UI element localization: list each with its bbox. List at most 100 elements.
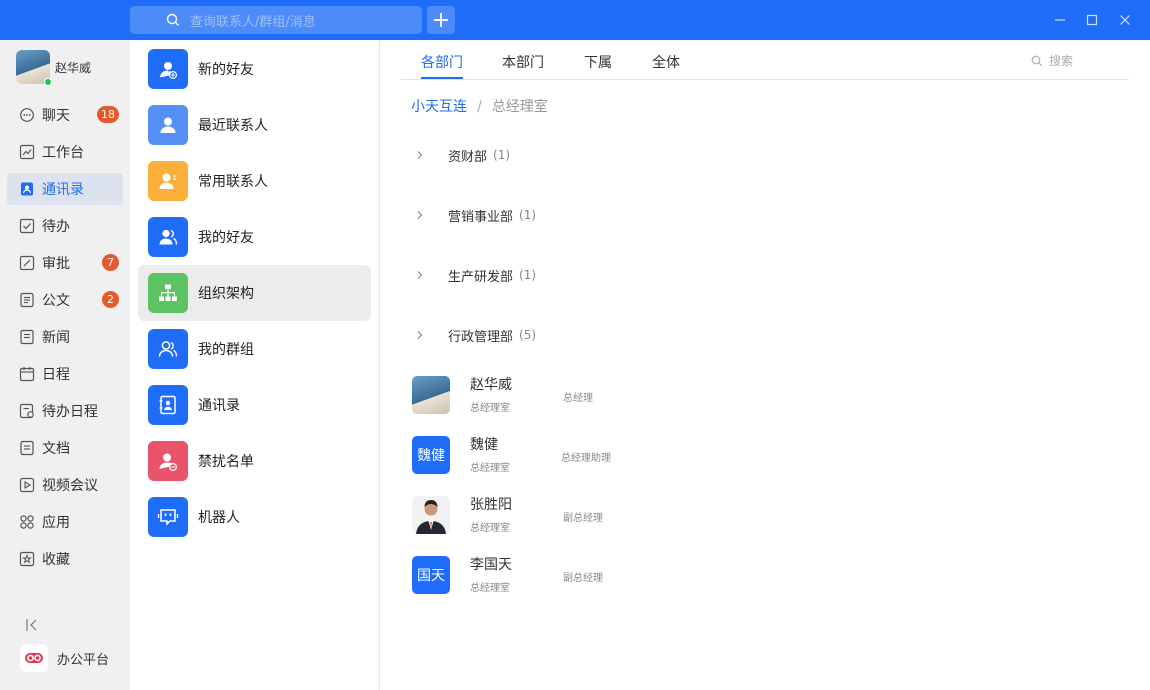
contacts-menu-item-2[interactable]: 常用联系人 — [138, 153, 371, 209]
sidebar-item-label: 文档 — [42, 441, 70, 457]
contact-department: 总经理室 — [470, 403, 510, 414]
file-icon — [20, 440, 34, 456]
address-book-icon — [148, 385, 188, 425]
contacts-menu-label: 常用联系人 — [198, 174, 268, 190]
online-status-dot — [44, 78, 52, 86]
department-name: 生产研发部 — [448, 269, 514, 285]
search-icon — [1031, 55, 1043, 66]
contacts-menu-label: 禁扰名单 — [198, 454, 254, 470]
sidebar-item-8[interactable]: 待办日程 — [7, 395, 123, 427]
avatar[interactable] — [412, 496, 450, 534]
user-profile[interactable]: 赵华威 — [16, 50, 92, 86]
groups-icon — [148, 329, 188, 369]
sidebar-item-7[interactable]: 日程 — [7, 358, 123, 390]
department-row[interactable]: 行政管理部 (5) — [415, 324, 536, 346]
platform-label: 办公平台 — [57, 652, 110, 668]
star-icon — [19, 551, 35, 567]
contacts-menu-item-1[interactable]: 最近联系人 — [138, 97, 371, 153]
sidebar-item-label: 待办日程 — [42, 404, 98, 420]
edit-icon — [19, 255, 35, 271]
block-list-icon — [148, 441, 188, 481]
add-button[interactable] — [427, 6, 455, 34]
scope-tabs: 各部门 本部门 下属 全体 搜索 — [401, 40, 1129, 80]
department-count: (1) — [519, 208, 537, 222]
contacts-menu-item-5[interactable]: 我的群组 — [138, 321, 371, 377]
office-platform-button[interactable]: 办公平台 — [20, 644, 109, 672]
breadcrumb-root[interactable]: 小天互连 — [411, 99, 467, 115]
contact-department: 总经理室 — [470, 523, 510, 534]
tab-my-department[interactable]: 本部门 — [502, 52, 544, 72]
global-search-input[interactable]: 查询联系人/群组/消息 — [130, 6, 422, 34]
user-name: 赵华威 — [55, 60, 92, 75]
sidebar-item-label: 聊天 — [42, 108, 70, 124]
sidebar-item-5[interactable]: 公文 2 — [7, 284, 123, 316]
sidebar-item-12[interactable]: 收藏 — [7, 543, 123, 575]
contact-name: 张胜阳 — [470, 497, 512, 513]
contact-search-input[interactable]: 搜索 — [1031, 52, 1073, 69]
department-row[interactable]: 生产研发部 (1) — [415, 264, 536, 286]
chart-icon — [19, 144, 35, 160]
main-sidebar: 赵华威 聊天 18 工作台通讯录待办审批 7 公文 2 新闻日程待办日程文档视频会议应用收藏… — [0, 40, 130, 690]
minimize-icon[interactable] — [1050, 10, 1070, 30]
department-row[interactable]: 资财部 (1) — [415, 144, 510, 166]
chevron-right-icon — [417, 151, 423, 159]
department-row[interactable]: 营销事业部 (1) — [415, 204, 536, 226]
department-name: 资财部 — [448, 149, 488, 165]
org-chart-icon — [148, 273, 188, 313]
search-icon — [166, 13, 179, 26]
avatar[interactable] — [412, 376, 450, 414]
contact-title: 总经理 — [563, 393, 593, 404]
sidebar-item-label: 收藏 — [42, 552, 70, 568]
sidebar-item-label: 视频会议 — [42, 478, 98, 494]
sidebar-item-6[interactable]: 新闻 — [7, 321, 123, 353]
contacts-menu-label: 通讯录 — [198, 398, 240, 414]
sidebar-item-2[interactable]: 通讯录 — [7, 173, 123, 205]
contact-department: 总经理室 — [470, 583, 510, 594]
add-friend-icon — [148, 49, 188, 89]
document-icon — [20, 292, 34, 308]
sidebar-item-4[interactable]: 审批 7 — [7, 247, 123, 279]
department-count: (5) — [519, 328, 537, 342]
contacts-menu-item-8[interactable]: 机器人 — [138, 489, 371, 545]
tab-everyone[interactable]: 全体 — [652, 52, 680, 72]
robot-icon — [148, 497, 188, 537]
sidebar-item-label: 工作台 — [42, 145, 84, 161]
chevron-right-icon — [417, 271, 423, 279]
sidebar-item-1[interactable]: 工作台 — [7, 136, 123, 168]
sidebar-item-10[interactable]: 视频会议 — [7, 469, 123, 501]
avatar[interactable]: 国天 — [412, 556, 450, 594]
contacts-menu-item-4[interactable]: 组织架构 — [138, 265, 371, 321]
contact-row[interactable]: 赵华威 总经理室 总经理 — [412, 376, 812, 416]
search-placeholder: 搜索 — [1049, 54, 1074, 68]
contacts-menu-item-7[interactable]: 禁扰名单 — [138, 433, 371, 489]
unread-badge: 2 — [102, 291, 119, 308]
contacts-menu-label: 我的群组 — [198, 342, 254, 358]
contacts-icon — [21, 182, 33, 196]
contact-row[interactable]: 魏健 魏健 总经理室 总经理助理 — [412, 436, 812, 476]
chevron-right-icon — [417, 331, 423, 339]
collapse-sidebar-icon[interactable] — [24, 617, 40, 633]
avatar[interactable]: 魏健 — [412, 436, 450, 474]
unread-badge: 7 — [102, 254, 119, 271]
close-icon[interactable] — [1115, 10, 1135, 30]
tab-subordinates[interactable]: 下属 — [584, 52, 612, 72]
contact-row[interactable]: 国天 李国天 总经理室 副总经理 — [412, 556, 812, 596]
sidebar-item-11[interactable]: 应用 — [7, 506, 123, 538]
org-chart-panel: 各部门 本部门 下属 全体 搜索 小天互连 / 总经理室 资财部 (1) 营销事业部 (1… — [381, 40, 1150, 690]
contacts-menu-item-6[interactable]: 通讯录 — [138, 377, 371, 433]
maximize-icon[interactable] — [1082, 10, 1102, 30]
contacts-menu-item-0[interactable]: 新的好友 — [138, 41, 371, 97]
contact-row[interactable]: 张胜阳 总经理室 副总经理 — [412, 496, 812, 536]
contact-title: 副总经理 — [563, 573, 603, 584]
calendar-icon — [19, 367, 35, 382]
avatar[interactable] — [16, 50, 52, 86]
title-bar: 查询联系人/群组/消息 — [0, 0, 1150, 40]
sidebar-item-3[interactable]: 待办 — [7, 210, 123, 242]
sidebar-item-0[interactable]: 聊天 18 — [7, 99, 123, 131]
sidebar-item-9[interactable]: 文档 — [7, 432, 123, 464]
contacts-menu-item-3[interactable]: 我的好友 — [138, 209, 371, 265]
sidebar-item-label: 日程 — [42, 367, 70, 383]
sidebar-item-label: 新闻 — [42, 330, 70, 346]
tab-all-departments[interactable]: 各部门 — [421, 52, 463, 72]
chat-icon — [20, 108, 34, 122]
